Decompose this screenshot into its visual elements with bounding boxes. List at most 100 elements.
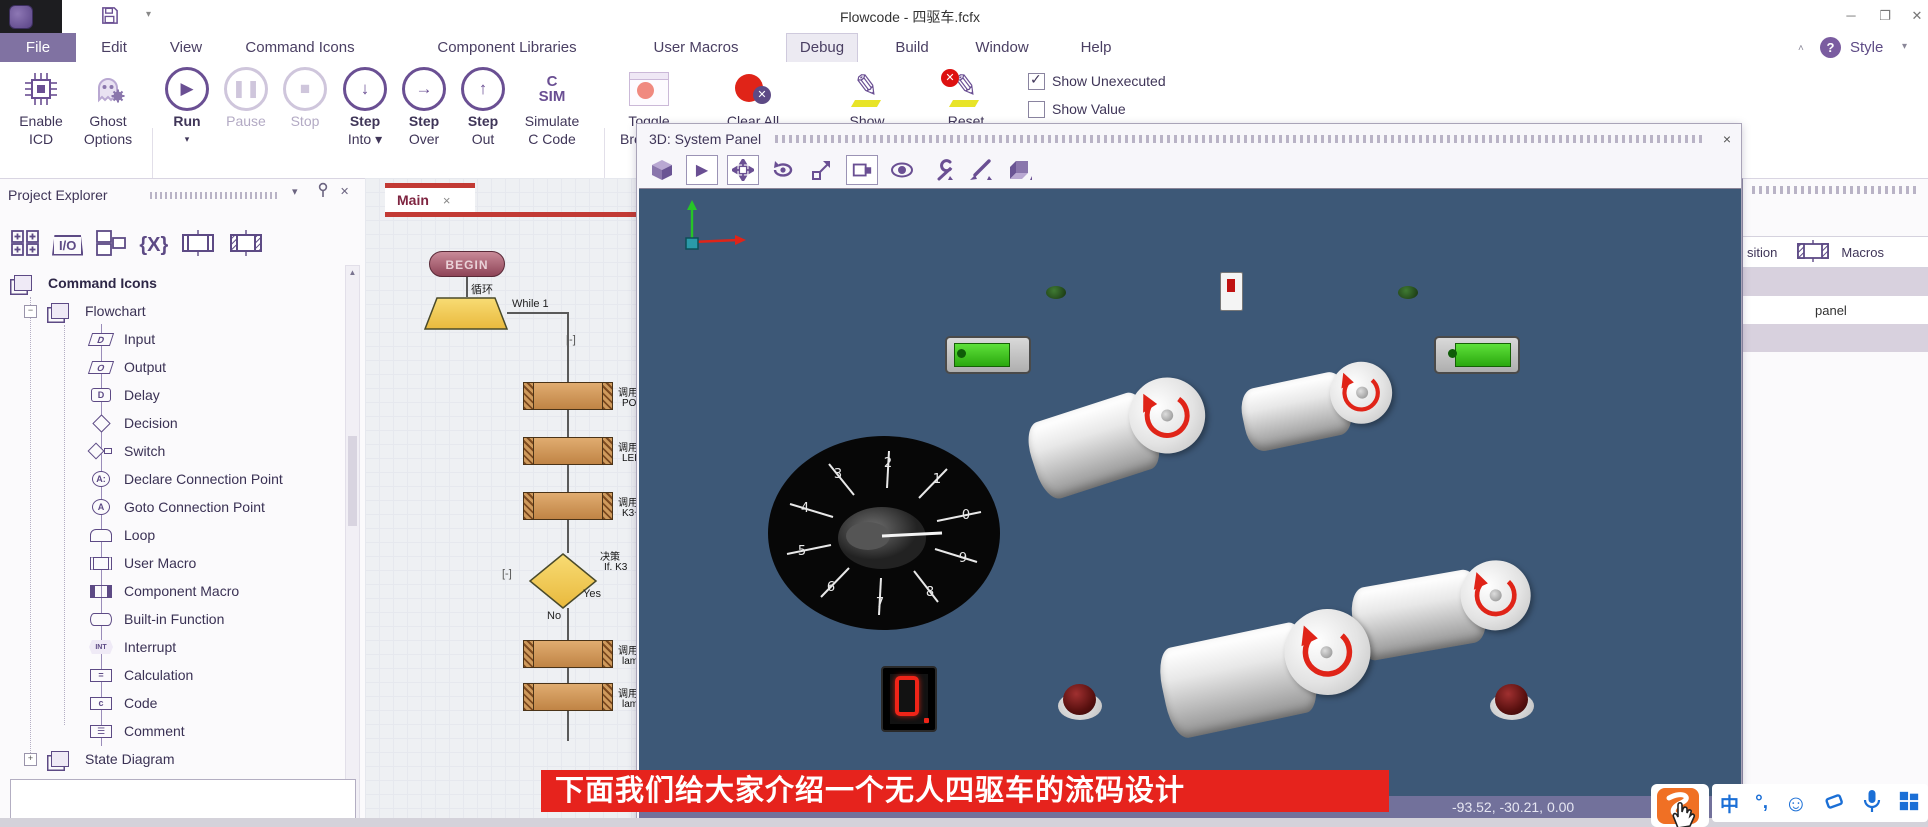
layout-grid-icon[interactable] <box>1898 790 1920 817</box>
paint-tool-icon[interactable] <box>965 156 995 184</box>
flow-component-macro-2[interactable] <box>523 437 613 465</box>
tree-item-declare-connection-point[interactable]: A: Declare Connection Point <box>0 465 426 493</box>
tree-item-goto-connection-point[interactable]: A Goto Connection Point <box>0 493 426 521</box>
panel-close-icon[interactable]: ✕ <box>340 185 349 198</box>
flow-component-macro-5[interactable] <box>523 683 613 711</box>
io-palette-icon[interactable]: I/O <box>52 235 83 256</box>
tree-item-flowchart[interactable]: − Flowchart <box>0 297 364 325</box>
3d-panel-drag-handle[interactable] <box>775 135 1705 143</box>
panel-dropdown-icon[interactable]: ▾ <box>292 185 298 198</box>
ghost-options-button[interactable]: Ghost Options <box>76 66 140 148</box>
menu-component-libraries[interactable]: Component Libraries <box>414 33 600 62</box>
enable-icd-button[interactable]: Enable ICD <box>12 66 70 148</box>
rotary-dial-component[interactable]: 0 1 2 3 4 5 6 7 8 9 <box>764 433 1004 633</box>
run-button[interactable]: ▶ Run ▾ <box>160 66 214 148</box>
show-unexecuted-checkbox[interactable]: Show Unexecuted <box>1028 70 1166 92</box>
pointer-tool-icon[interactable]: 中 <box>1720 790 1739 817</box>
flow-while-block[interactable] <box>423 296 509 332</box>
tab-main[interactable]: Main × <box>385 188 475 212</box>
ribbon-collapse-icon[interactable]: ˄ <box>1798 43 1804 54</box>
eraser-tool-icon[interactable] <box>1824 791 1846 816</box>
flow-component-macro-4[interactable] <box>523 640 613 668</box>
emoji-tool-icon[interactable]: ☺ <box>1784 790 1807 817</box>
led-bar-component[interactable] <box>945 336 1031 374</box>
pin-icon[interactable] <box>316 182 330 201</box>
show-value-checkbox[interactable]: Show Value <box>1028 98 1166 120</box>
simulate-c-code-button[interactable]: C SIM Simulate C Code <box>513 66 591 148</box>
flow-decision-block[interactable] <box>527 552 599 610</box>
dome-button-component[interactable] <box>1063 684 1096 715</box>
menu-user-macros[interactable]: User Macros <box>636 33 756 62</box>
step-into-button[interactable]: ↓ Step Into ▾ <box>336 66 394 148</box>
tree-item-switch[interactable]: Switch <box>0 437 426 465</box>
save-icon[interactable] <box>100 6 119 30</box>
tree-item-delay[interactable]: D Delay <box>0 381 426 409</box>
macros-row-panel[interactable]: panel <box>1743 296 1928 324</box>
microphone-icon[interactable] <box>1862 789 1882 818</box>
move-tool-icon[interactable] <box>727 155 759 185</box>
small-led-component[interactable] <box>1046 286 1066 299</box>
3d-panel-close-icon[interactable]: × <box>1723 131 1731 147</box>
macros-row[interactable] <box>1743 324 1928 352</box>
right-toolbar-drag-handle[interactable] <box>1752 186 1920 194</box>
menu-view[interactable]: View <box>158 33 214 62</box>
scroll-up-icon[interactable]: ▲ <box>346 266 359 280</box>
scrollbar-thumb[interactable] <box>348 436 357 526</box>
tree-item-input[interactable]: D Input <box>0 325 426 353</box>
resize-tool-icon[interactable] <box>807 156 837 184</box>
wrench-tool-icon[interactable] <box>926 156 956 184</box>
material-cube-icon[interactable] <box>1004 156 1034 184</box>
tree-item-state-diagram[interactable]: + State Diagram <box>0 745 364 773</box>
app-icon[interactable] <box>9 5 33 29</box>
tree-item-code[interactable]: c Code <box>0 689 426 717</box>
3d-cube-icon[interactable] <box>647 156 677 184</box>
menu-window[interactable]: Window <box>964 33 1040 62</box>
tree-item-component-macro[interactable]: Component Macro <box>0 577 426 605</box>
flow-collapse-marker-2[interactable]: [-] <box>502 568 512 580</box>
flow-begin-block[interactable]: BEGIN <box>429 251 505 277</box>
menu-edit[interactable]: Edit <box>88 33 140 62</box>
tree-item-interrupt[interactable]: INT Interrupt <box>0 633 426 661</box>
led-bar-component[interactable] <box>1434 336 1520 374</box>
macros-row[interactable] <box>1743 268 1928 296</box>
variables-palette-icon[interactable]: {X} <box>139 234 168 257</box>
stop-button[interactable]: ■ Stop <box>277 66 333 130</box>
component-macro-palette-icon[interactable] <box>228 230 264 261</box>
tree-item-user-macro[interactable]: User Macro <box>0 549 426 577</box>
switch-component[interactable] <box>1220 272 1243 311</box>
restore-button[interactable]: ❐ <box>1872 6 1898 26</box>
tree-item-calculation[interactable]: = Calculation <box>0 661 426 689</box>
panel-drag-handle[interactable] <box>150 192 280 199</box>
windows-palette-icon[interactable] <box>95 229 127 262</box>
tree-item-loop[interactable]: Loop <box>0 521 426 549</box>
minimize-button[interactable]: ─ <box>1838 6 1864 26</box>
macros-header[interactable]: Macros <box>1841 245 1884 260</box>
help-icon[interactable]: ? <box>1820 37 1841 58</box>
user-macro-palette-icon[interactable] <box>180 230 216 261</box>
visibility-eye-icon[interactable] <box>887 156 917 184</box>
menu-command-icons[interactable]: Command Icons <box>228 33 372 62</box>
menu-debug[interactable]: Debug <box>786 33 858 64</box>
menu-build[interactable]: Build <box>884 33 940 62</box>
grid-palette-icon[interactable] <box>10 229 40 262</box>
step-out-button[interactable]: ↑ Step Out <box>454 66 512 148</box>
tree-scrollbar[interactable]: ▲ ▼ <box>345 265 360 819</box>
flow-component-macro-1[interactable] <box>523 382 613 410</box>
position-header-fragment[interactable]: sition <box>1747 245 1777 260</box>
tree-item-built-in-function[interactable]: Built-in Function <box>0 605 426 633</box>
menu-help[interactable]: Help <box>1068 33 1124 62</box>
tree-item-command-icons[interactable]: Command Icons <box>0 269 354 297</box>
seven-segment-display[interactable] <box>881 666 937 732</box>
clear-all-button[interactable]: ✕ Clear All <box>720 66 786 130</box>
tree-item-decision[interactable]: Decision <box>0 409 426 437</box>
rotate-tool-icon[interactable] <box>768 156 798 184</box>
step-over-button[interactable]: → Step Over <box>395 66 453 148</box>
play-simulation-icon[interactable]: ▶ <box>686 155 718 185</box>
expand-icon[interactable]: + <box>24 753 37 766</box>
select-tool-icon[interactable] <box>846 155 878 185</box>
style-dropdown[interactable]: Style <box>1850 39 1883 56</box>
close-button[interactable]: ✕ <box>1904 6 1928 26</box>
flow-component-macro-3[interactable] <box>523 492 613 520</box>
tab-close-icon[interactable]: × <box>443 193 451 208</box>
small-led-component[interactable] <box>1398 286 1418 299</box>
